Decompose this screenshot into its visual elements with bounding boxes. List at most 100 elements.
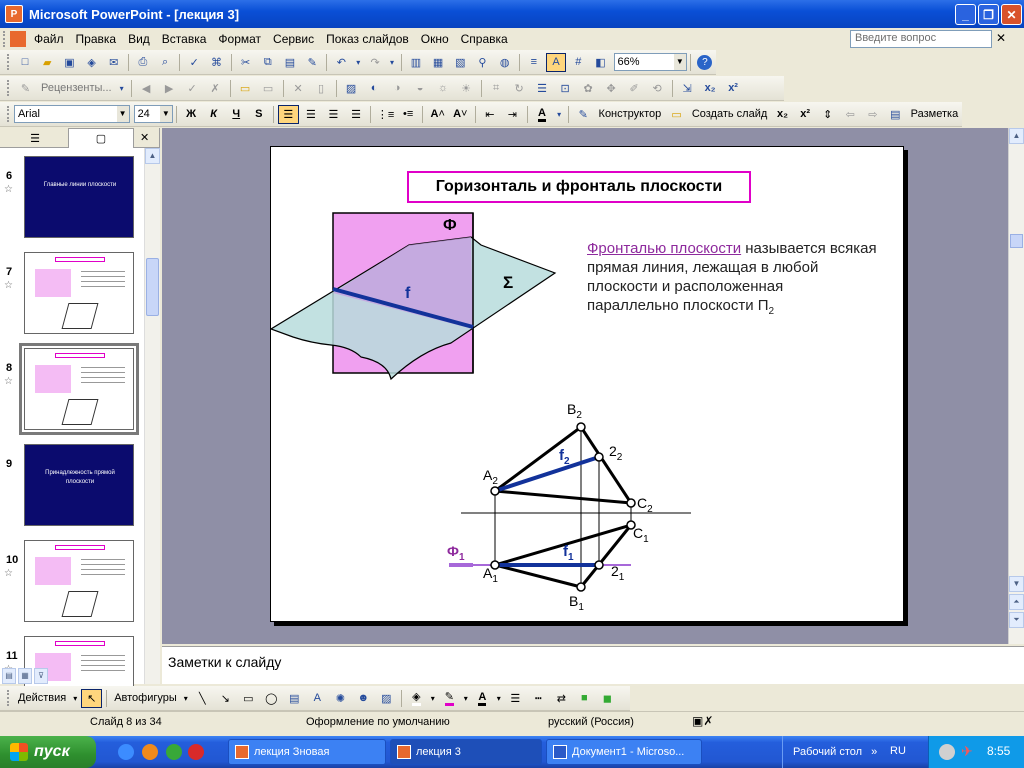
font-size-combo[interactable]: 24 ▼ xyxy=(133,105,173,123)
desktop-toolbar[interactable]: Рабочий стол » xyxy=(782,736,886,768)
reset-picture-icon[interactable]: ⟲ xyxy=(647,79,668,98)
textbox-icon[interactable]: ▤ xyxy=(284,689,305,708)
bold-button[interactable]: Ж xyxy=(181,105,202,124)
expand-icon[interactable]: ≡ xyxy=(524,53,544,72)
less-contrast-icon[interactable]: ◒ xyxy=(410,79,431,98)
promote-icon[interactable]: ⇦ xyxy=(840,105,861,124)
menu-file[interactable]: Файл xyxy=(28,29,70,49)
superscript-icon[interactable]: x² xyxy=(723,79,744,98)
document-icon[interactable] xyxy=(10,31,26,47)
toolbar-grip[interactable] xyxy=(7,106,11,122)
slide-thumbnail[interactable]: Главные линии плоскости xyxy=(24,156,134,238)
email-icon[interactable]: ✉ xyxy=(104,53,124,72)
show-formatting-icon[interactable]: A xyxy=(545,52,567,72)
clock[interactable]: 8:55 xyxy=(987,744,1010,758)
next-item-icon[interactable]: ▶ xyxy=(159,79,180,98)
design-button[interactable]: Конструктор xyxy=(595,105,666,124)
menu-grip[interactable] xyxy=(3,31,7,47)
redo-icon[interactable]: ↷ xyxy=(365,53,385,72)
dash-style-icon[interactable]: ┅ xyxy=(528,689,549,708)
question-input[interactable]: Введите вопрос xyxy=(850,30,992,48)
task-lecture-new[interactable]: лекция Зновая xyxy=(228,739,386,765)
insert-comment-icon[interactable]: ▭ xyxy=(235,79,256,98)
research-icon[interactable]: ⌘ xyxy=(206,53,226,72)
save-icon[interactable]: ▣ xyxy=(59,53,79,72)
less-bright-icon[interactable]: ☀ xyxy=(456,79,477,98)
shadow-button[interactable]: S xyxy=(249,105,270,124)
tray-app-icon[interactable] xyxy=(939,744,955,760)
shadow-style-icon[interactable]: ■ xyxy=(574,689,595,708)
reviewers-button[interactable]: Рецензенты... xyxy=(37,79,116,98)
delete-comment-icon[interactable]: ✕ xyxy=(288,79,309,98)
chevron-down-icon[interactable]: ▾ xyxy=(182,689,190,708)
start-button[interactable]: пуск xyxy=(0,736,96,768)
powerpoint-icon[interactable]: P xyxy=(5,5,23,23)
oval-icon[interactable]: ◯ xyxy=(261,689,282,708)
slideshow-view-icon[interactable]: ⊽ xyxy=(34,668,48,684)
bullets-icon[interactable]: •≡ xyxy=(398,105,419,124)
toolbar-grip[interactable] xyxy=(7,80,11,96)
markup-icon[interactable]: ✎ xyxy=(15,79,36,98)
copy-icon[interactable]: ⧉ xyxy=(258,53,278,72)
scroll-down-icon[interactable]: ▼ xyxy=(1009,576,1024,592)
restore-button[interactable]: ❐ xyxy=(978,4,999,25)
crop-icon[interactable]: ⌗ xyxy=(486,79,507,98)
menu-view[interactable]: Вид xyxy=(122,29,156,49)
menu-tools[interactable]: Сервис xyxy=(267,29,320,49)
permission-icon[interactable]: ◈ xyxy=(81,53,101,72)
chevron-down-icon[interactable]: ▾ xyxy=(495,689,503,708)
superscript-icon[interactable]: x² xyxy=(795,105,816,124)
tray-network-icon[interactable]: ✈ xyxy=(961,743,973,760)
scroll-up-icon[interactable]: ▲ xyxy=(145,148,160,164)
chevron-down-icon[interactable]: ▼ xyxy=(159,106,172,122)
unapply-icon[interactable]: ✗ xyxy=(205,79,226,98)
set-transparent-icon[interactable]: ✐ xyxy=(624,79,645,98)
layout-icon[interactable]: ▤ xyxy=(885,105,906,124)
slide-thumbnail[interactable]: Принадлежность прямой плоскости xyxy=(24,444,134,526)
zoom-combo[interactable]: 66% ▼ xyxy=(613,53,687,71)
point-c2[interactable] xyxy=(626,498,636,508)
new-slide-icon[interactable]: ▭ xyxy=(666,105,687,124)
doc-close-icon[interactable]: ✕ xyxy=(996,31,1006,45)
slide-scrollbar[interactable]: ▲ ▼ ⏶ ⏷ xyxy=(1008,128,1024,644)
font-combo[interactable]: Arial ▼ xyxy=(13,105,130,123)
subscript-icon[interactable]: x₂ xyxy=(772,105,793,124)
arrow-icon[interactable]: ↘ xyxy=(215,689,236,708)
actions-menu[interactable]: Действия xyxy=(14,689,70,708)
sorter-view-icon[interactable]: ▦ xyxy=(18,668,32,684)
fill-color-icon[interactable]: ◈ xyxy=(406,689,427,708)
wordart-icon[interactable]: ◍ xyxy=(495,53,515,72)
demote-icon[interactable]: ⇨ xyxy=(863,105,884,124)
reviewing-pane-icon[interactable]: ▯ xyxy=(311,79,332,98)
slide-thumbnail[interactable] xyxy=(24,252,134,334)
close-pane-icon[interactable]: ✕ xyxy=(140,131,149,144)
clipart-icon[interactable]: ☻ xyxy=(353,689,374,708)
preview-icon[interactable]: ⌕ xyxy=(155,53,175,72)
wordart-icon[interactable]: A xyxy=(307,689,328,708)
open-icon[interactable]: ▰ xyxy=(37,53,57,72)
align-center-icon[interactable]: ☰ xyxy=(301,105,322,124)
undo-dropdown-icon[interactable]: ▾ xyxy=(353,53,363,72)
line-style-icon[interactable]: ☰ xyxy=(532,79,553,98)
slide-thumbnail[interactable] xyxy=(24,540,134,622)
increase-indent-icon[interactable]: ⇥ xyxy=(502,105,523,124)
format-picture-icon[interactable]: ✥ xyxy=(601,79,622,98)
italic-button[interactable]: К xyxy=(203,105,224,124)
slides-tab[interactable]: ▢ xyxy=(68,128,134,148)
prev-slide-icon[interactable]: ⏶ xyxy=(1009,594,1024,610)
line-color-icon[interactable]: ✎ xyxy=(439,689,460,708)
font-color-icon[interactable]: A xyxy=(472,689,493,708)
frontal-f2[interactable] xyxy=(494,455,600,493)
picture-icon[interactable]: ▨ xyxy=(341,79,362,98)
color-grayscale-icon[interactable]: ◧ xyxy=(590,53,610,72)
slide-thumbnail[interactable] xyxy=(19,343,139,435)
slides-scrollbar[interactable]: ▲ xyxy=(144,148,160,684)
format-painter-icon[interactable]: ✎ xyxy=(302,53,322,72)
more-bright-icon[interactable]: ☼ xyxy=(433,79,454,98)
chevron-down-icon[interactable]: ▾ xyxy=(71,689,79,708)
language-indicator[interactable]: RU xyxy=(890,745,906,757)
point-21[interactable] xyxy=(594,560,604,570)
menu-slideshow[interactable]: Показ слайдов xyxy=(320,29,415,49)
help-icon[interactable]: ? xyxy=(695,53,715,72)
scroll-thumb[interactable] xyxy=(146,258,159,316)
